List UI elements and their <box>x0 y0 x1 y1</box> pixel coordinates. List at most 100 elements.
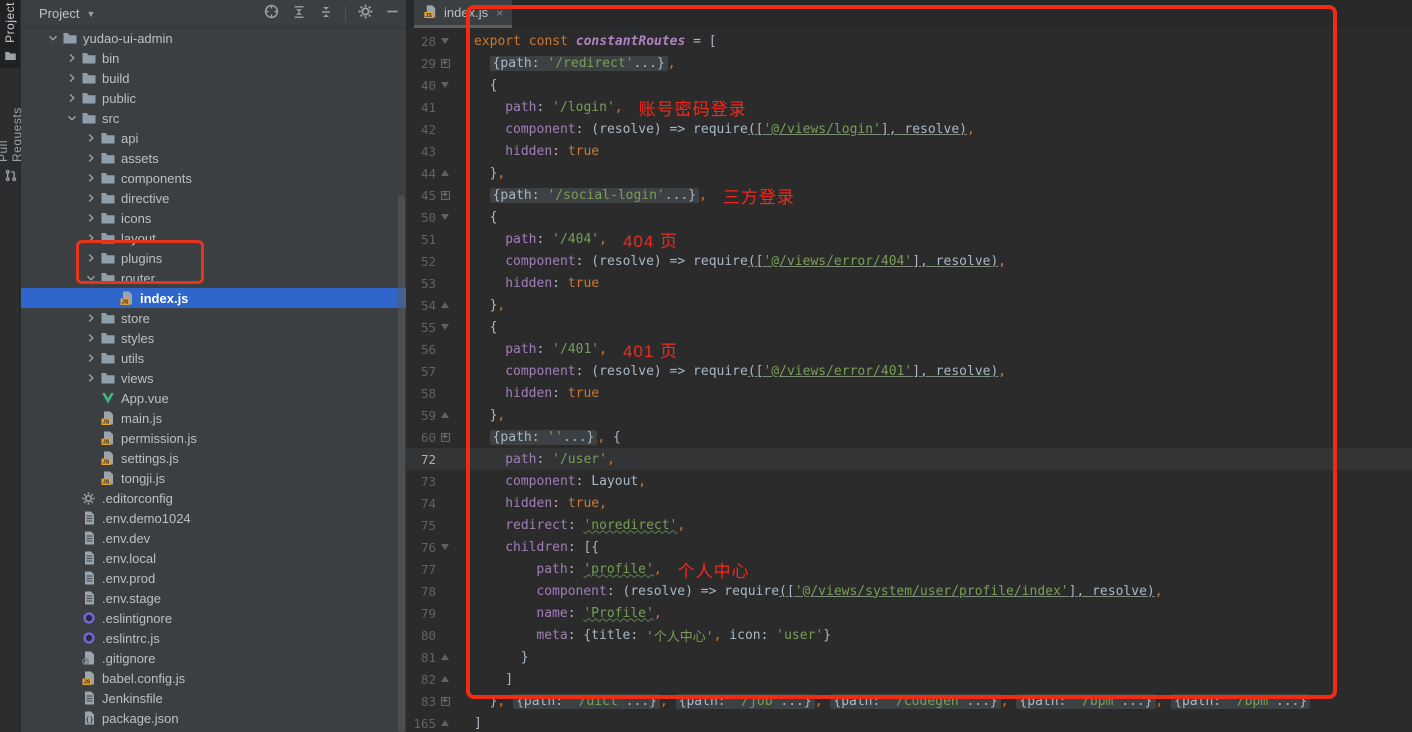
folded-region[interactable]: {path: '/redirect'...} <box>490 56 668 71</box>
tree-item-directive[interactable]: directive <box>21 188 406 208</box>
tree-item--env-stage[interactable]: .env.stage <box>21 588 406 608</box>
tree-item-plugins[interactable]: plugins <box>21 248 406 268</box>
code-line-79[interactable]: 79name: 'Profile', <box>406 602 1412 624</box>
chevron-closed-icon[interactable] <box>83 170 99 186</box>
tree-item-src[interactable]: src <box>21 108 406 128</box>
fold-marker-plus[interactable]: + <box>436 59 454 68</box>
tree-item-styles[interactable]: styles <box>21 328 406 348</box>
line-number[interactable]: 77 <box>406 562 436 577</box>
chevron-closed-icon[interactable] <box>83 210 99 226</box>
code-line-57[interactable]: 57component: (resolve) => require(['@/vi… <box>406 360 1412 382</box>
folded-region[interactable]: {path: '/codegen'...} <box>830 694 1000 709</box>
fold-marker-up[interactable] <box>436 654 454 660</box>
code-line-56[interactable]: 56path: '/401',401 页 <box>406 338 1412 360</box>
tree-item--env-local[interactable]: .env.local <box>21 548 406 568</box>
tree-item-main-js[interactable]: JSmain.js <box>21 408 406 428</box>
code-line-44[interactable]: 44}, <box>406 162 1412 184</box>
line-number[interactable]: 50 <box>406 210 436 225</box>
line-number[interactable]: 56 <box>406 342 436 357</box>
code-line-81[interactable]: 81} <box>406 646 1412 668</box>
line-number[interactable]: 82 <box>406 672 436 687</box>
chevron-closed-icon[interactable] <box>83 370 99 386</box>
tree-item-index-js[interactable]: JSindex.js <box>21 288 406 308</box>
fold-marker-down[interactable] <box>436 214 454 220</box>
tree-item-public[interactable]: public <box>21 88 406 108</box>
tree-item-jenkinsfile[interactable]: Jenkinsfile <box>21 688 406 708</box>
line-number[interactable]: 40 <box>406 78 436 93</box>
tree-item-build[interactable]: build <box>21 68 406 88</box>
tree-header-title[interactable]: Project <box>39 6 79 21</box>
tree-item--env-demo1024[interactable]: .env.demo1024 <box>21 508 406 528</box>
fold-marker-up[interactable] <box>436 676 454 682</box>
code-line-83[interactable]: 83+}, {path: '/dict'...}, {path: '/job'.… <box>406 690 1412 712</box>
chevron-closed-icon[interactable] <box>83 130 99 146</box>
tree-item-permission-js[interactable]: JSpermission.js <box>21 428 406 448</box>
hide-panel-icon[interactable] <box>385 4 400 24</box>
chevron-closed-icon[interactable] <box>83 150 99 166</box>
line-number[interactable]: 41 <box>406 100 436 115</box>
tree-item-store[interactable]: store <box>21 308 406 328</box>
code-editor[interactable]: 28export const constantRoutes = [29+{pat… <box>406 28 1412 732</box>
tool-button-pull-requests[interactable]: Pull Requests <box>0 80 20 190</box>
chevron-closed-icon[interactable] <box>83 330 99 346</box>
code-line-42[interactable]: 42component: (resolve) => require(['@/vi… <box>406 118 1412 140</box>
line-number[interactable]: 58 <box>406 386 436 401</box>
line-number[interactable]: 53 <box>406 276 436 291</box>
chevron-closed-icon[interactable] <box>83 230 99 246</box>
code-line-78[interactable]: 78component: (resolve) => require(['@/vi… <box>406 580 1412 602</box>
line-number[interactable]: 28 <box>406 34 436 49</box>
tree-item-bin[interactable]: bin <box>21 48 406 68</box>
code-line-45[interactable]: 45+{path: '/social-login'...},三方登录 <box>406 184 1412 206</box>
chevron-closed-icon[interactable] <box>83 190 99 206</box>
fold-marker-down[interactable] <box>436 38 454 44</box>
line-number[interactable]: 72 <box>406 452 436 467</box>
folded-region[interactable]: {path: '/bpm'...} <box>1171 694 1310 709</box>
code-line-72[interactable]: 72path: '/user', <box>406 448 1412 470</box>
tree-item-package-json[interactable]: {}package.json <box>21 708 406 728</box>
chevron-closed-icon[interactable] <box>64 50 80 66</box>
line-number[interactable]: 75 <box>406 518 436 533</box>
code-line-29[interactable]: 29+{path: '/redirect'...}, <box>406 52 1412 74</box>
locate-icon[interactable] <box>263 3 280 25</box>
line-number[interactable]: 55 <box>406 320 436 335</box>
line-number[interactable]: 54 <box>406 298 436 313</box>
code-line-80[interactable]: 80meta: {title: '个人中心', icon: 'user'} <box>406 624 1412 646</box>
code-line-28[interactable]: 28export const constantRoutes = [ <box>406 30 1412 52</box>
tree-item--env-prod[interactable]: .env.prod <box>21 568 406 588</box>
tree-item-api[interactable]: api <box>21 128 406 148</box>
line-number[interactable]: 73 <box>406 474 436 489</box>
chevron-closed-icon[interactable] <box>64 70 80 86</box>
line-number[interactable]: 43 <box>406 144 436 159</box>
tree-item--gitignore[interactable]: .gitignore <box>21 648 406 668</box>
chevron-closed-icon[interactable] <box>83 350 99 366</box>
collapse-all-icon[interactable] <box>291 4 307 25</box>
code-line-77[interactable]: 77path: 'profile',个人中心 <box>406 558 1412 580</box>
line-number[interactable]: 59 <box>406 408 436 423</box>
chevron-closed-icon[interactable] <box>64 90 80 106</box>
fold-marker-up[interactable] <box>436 412 454 418</box>
tree-item-babel-config-js[interactable]: JSbabel.config.js <box>21 668 406 688</box>
tree-item-settings-js[interactable]: JSsettings.js <box>21 448 406 468</box>
collapse-icon[interactable] <box>318 4 334 25</box>
code-line-73[interactable]: 73component: Layout, <box>406 470 1412 492</box>
tree-scrollbar[interactable] <box>398 195 405 732</box>
close-icon[interactable]: × <box>496 6 503 20</box>
tree-item--env-dev[interactable]: .env.dev <box>21 528 406 548</box>
code-line-41[interactable]: 41path: '/login',账号密码登录 <box>406 96 1412 118</box>
code-line-53[interactable]: 53hidden: true <box>406 272 1412 294</box>
line-number[interactable]: 57 <box>406 364 436 379</box>
tree-item-assets[interactable]: assets <box>21 148 406 168</box>
line-number[interactable]: 44 <box>406 166 436 181</box>
code-line-52[interactable]: 52component: (resolve) => require(['@/vi… <box>406 250 1412 272</box>
chevron-closed-icon[interactable] <box>83 250 99 266</box>
project-tree[interactable]: yudao-ui-adminbinbuildpublicsrcapiassets… <box>21 28 406 732</box>
line-number[interactable]: 74 <box>406 496 436 511</box>
tool-button-project[interactable]: Project <box>0 0 20 68</box>
line-number[interactable]: 42 <box>406 122 436 137</box>
folded-region[interactable]: {path: ''...} <box>490 430 598 445</box>
line-number[interactable]: 83 <box>406 694 436 709</box>
line-number[interactable]: 76 <box>406 540 436 555</box>
fold-marker-down[interactable] <box>436 544 454 550</box>
code-line-40[interactable]: 40{ <box>406 74 1412 96</box>
line-number[interactable]: 165 <box>406 716 436 731</box>
